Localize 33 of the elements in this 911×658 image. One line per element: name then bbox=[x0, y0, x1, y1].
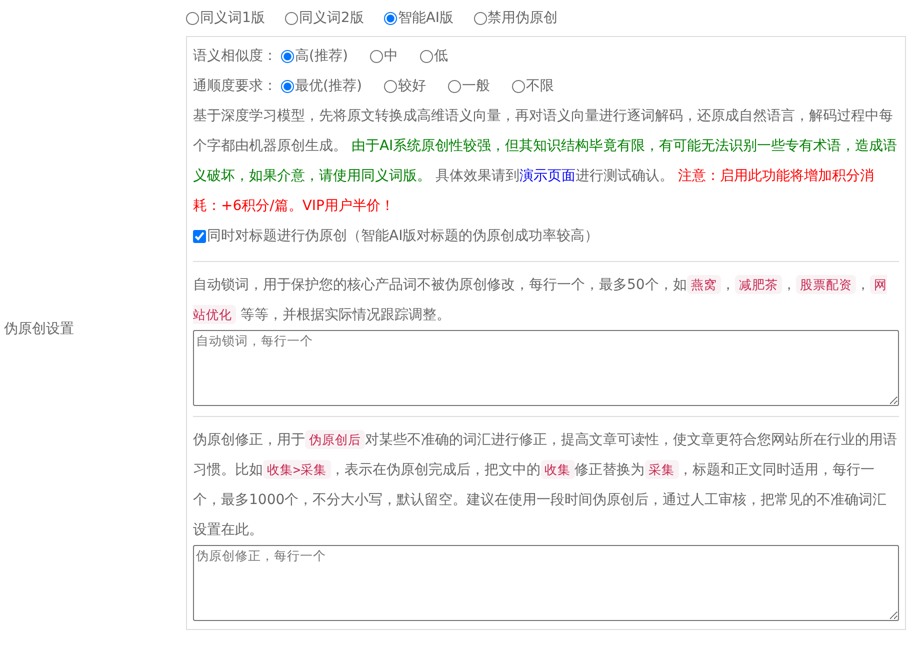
radio-button[interactable] bbox=[384, 12, 397, 24]
radio-button[interactable] bbox=[512, 80, 525, 92]
radio-button[interactable] bbox=[420, 50, 433, 62]
radio-label[interactable]: 同义词1版 bbox=[200, 8, 265, 28]
radio-label[interactable]: 低 bbox=[434, 41, 448, 71]
radio-label[interactable]: 较好 bbox=[398, 71, 426, 101]
radio-label[interactable]: 不限 bbox=[526, 71, 554, 101]
lock-words-field[interactable]: 自动锁词，每行一个 bbox=[193, 330, 899, 406]
radio-label[interactable]: 智能AI版 bbox=[398, 8, 454, 28]
correction-field[interactable]: 伪原创修正，每行一个 bbox=[193, 545, 899, 621]
radio-button[interactable] bbox=[281, 80, 294, 92]
radio-button[interactable] bbox=[284, 12, 298, 24]
radio-label[interactable]: 最优(推荐) bbox=[295, 71, 362, 101]
checkbox-label[interactable]: 同时对标题进行伪原创（智能AI版对标题的伪原创成功率较高） bbox=[207, 221, 599, 251]
radio-button[interactable] bbox=[474, 12, 487, 24]
description-text: 基于深度学习模型，先将原文转换成高维语义向量，再对语义向量进行逐词解码，还原成自然语言，解码过程中每个字都由机器原创生成。 由于AI系统原创性较强，但其知识结构毕竟有限，有可能无法识别一些专有术语，造成语义破坏，如果介意，请使用同义词版。 具体效果请到演示页面进行测试确认。 注意：启用此功能将增加积分消耗：+6积分/篇。VIP用户半价！ bbox=[193, 107, 898, 216]
demo-page-link[interactable]: 演示页面 bbox=[519, 168, 576, 184]
radio-label[interactable]: 禁用伪原创 bbox=[488, 8, 558, 28]
radio-button[interactable] bbox=[281, 50, 294, 62]
field-label: 语义相似度： bbox=[193, 47, 277, 66]
checkbox[interactable] bbox=[193, 230, 206, 242]
settings-label: 伪原创设置 bbox=[4, 320, 74, 338]
radio-button[interactable] bbox=[186, 12, 199, 24]
radio-button[interactable] bbox=[448, 80, 461, 92]
radio-label[interactable]: 一般 bbox=[462, 71, 490, 101]
correction-description: 伪原创修正，用于 伪原创后 对某些不准确的词汇进行修正，提高文章可读性，使文章更符合您网站所在行业的用语习惯。比如 收集>采集 ，表示在伪原创完成后，把文中的 收集 修正替换为 采集 ，标题和正文同时适用，每行一个，最多1000个，不分大小写，默认留空。建议在使用一段时间伪原创后，通过人工审核，把常见的不准确词汇设置在此。 bbox=[193, 429, 898, 540]
lock-words-description: 自动锁词，用于保护您的核心产品词不被伪原创修改，每行一个，最多50个，如 燕窝 ， 减肥茶 ， 股票配资 ， 网站优化 等等，并根据实际情况跟踪调整。 bbox=[193, 274, 888, 326]
radio-button[interactable] bbox=[370, 50, 383, 62]
radio-label[interactable]: 高(推荐) bbox=[295, 41, 348, 71]
radio-button[interactable] bbox=[384, 80, 397, 92]
radio-label[interactable]: 同义词2版 bbox=[298, 8, 364, 28]
radio-label[interactable]: 中 bbox=[384, 41, 398, 71]
field-label: 通顺度要求： bbox=[193, 77, 277, 96]
